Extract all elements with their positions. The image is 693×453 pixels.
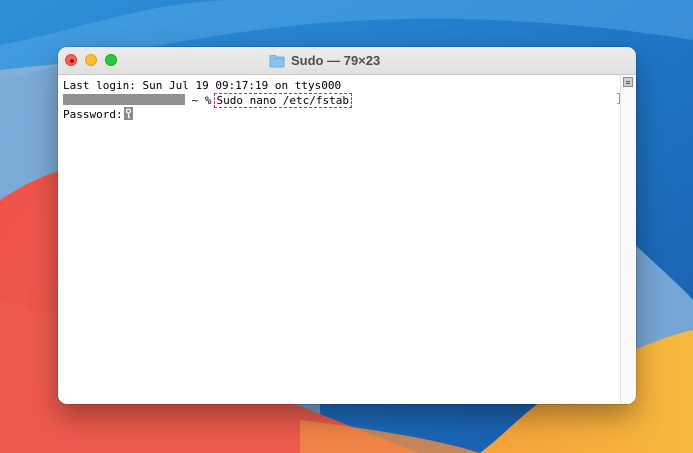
password-line: Password: [63,107,133,122]
close-button[interactable] [65,54,77,66]
minimize-button[interactable] [85,54,97,66]
terminal-window: Sudo — 79×23 Last login: Sun Jul 19 09:1… [58,47,636,404]
password-label: Password: [63,108,123,121]
zoom-button[interactable] [105,54,117,66]
terminal-content[interactable]: Last login: Sun Jul 19 09:17:19 on ttys0… [58,75,620,404]
key-icon [123,107,133,120]
scrollbar[interactable] [620,75,636,404]
prompt-line: ~ % Sudo nano /etc/fstab [63,93,352,108]
redacted-username [63,94,185,105]
title-bar[interactable]: Sudo — 79×23 [58,47,636,75]
marks-menu-icon[interactable] [623,77,633,87]
window-title: Sudo — 79×23 [291,53,381,68]
folder-icon [269,54,285,67]
last-login-line: Last login: Sun Jul 19 09:17:19 on ttys0… [63,79,342,92]
prompt-suffix: ~ % [185,94,212,107]
window-title-group: Sudo — 79×23 [269,52,380,69]
highlighted-command: Sudo nano /etc/fstab [213,93,352,108]
